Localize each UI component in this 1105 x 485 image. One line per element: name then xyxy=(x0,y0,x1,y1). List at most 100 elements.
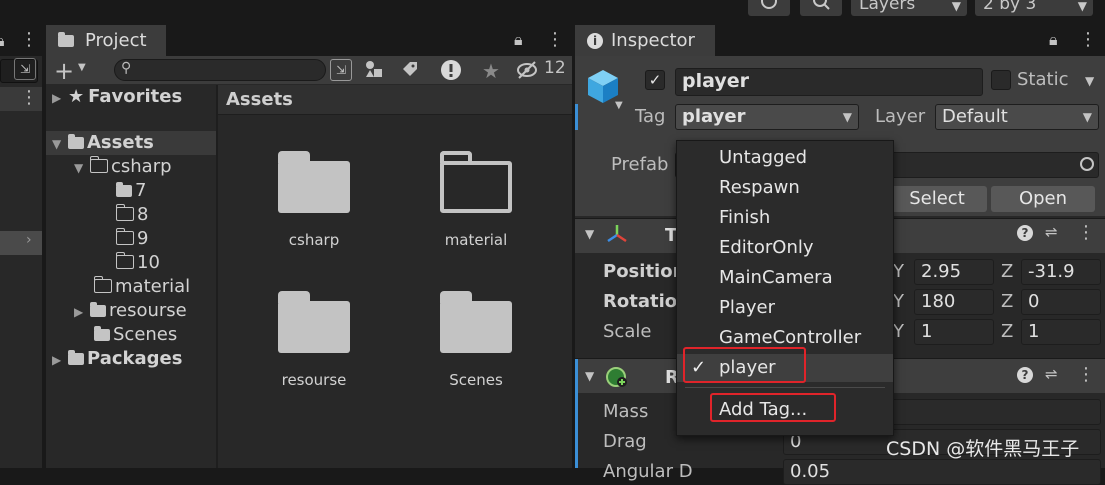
tree-item-label: material xyxy=(115,276,191,297)
position-y-field[interactable]: 2.95 xyxy=(914,259,994,285)
info-icon: i xyxy=(587,32,603,49)
asset-label-csharp[interactable]: csharp xyxy=(249,231,379,249)
menu-item-respawn[interactable]: Respawn xyxy=(677,174,893,202)
override-indicator xyxy=(575,359,578,394)
tree-item-resourse[interactable]: ▶ resourse xyxy=(74,299,187,323)
tree-item-label: 8 xyxy=(137,204,149,225)
layers-dropdown[interactable]: Layers ▼ xyxy=(851,0,967,16)
angular-drag-field[interactable]: 0.05 xyxy=(783,459,1101,485)
tag-dropdown[interactable]: player ▼ xyxy=(675,104,859,130)
layout-dropdown[interactable]: 2 by 3 ▼ xyxy=(975,0,1093,16)
menu-item-maincamera[interactable]: MainCamera xyxy=(677,264,893,292)
active-checkbox[interactable]: ✓ xyxy=(645,70,665,90)
history-button[interactable] xyxy=(748,0,790,16)
tree-item-8[interactable]: 8 xyxy=(115,203,149,227)
kebab-menu-icon[interactable]: ⋮ xyxy=(20,87,38,108)
open-button[interactable]: Open xyxy=(991,186,1095,212)
tree-item-label: 7 xyxy=(135,180,147,201)
rotation-y-field[interactable]: 180 xyxy=(914,289,994,315)
object-picker-icon[interactable] xyxy=(1080,157,1094,171)
search-mode-icon[interactable]: ⇲ xyxy=(14,58,36,80)
presets-icon[interactable]: ⇌ xyxy=(1045,365,1058,383)
object-name-input[interactable]: player xyxy=(675,68,983,96)
static-label: Static xyxy=(1017,69,1069,90)
favorite-star-icon[interactable]: ★ xyxy=(482,59,500,83)
filter-by-type-icon[interactable] xyxy=(364,59,384,79)
chevron-right-icon: ▶ xyxy=(52,353,62,367)
tree-item-material[interactable]: material xyxy=(93,275,191,299)
position-z-field[interactable]: -31.9 xyxy=(1021,259,1101,285)
tree-item-csharp[interactable]: ▼ csharp xyxy=(74,155,172,179)
kebab-menu-icon[interactable]: ⋮ xyxy=(1079,29,1097,50)
project-toolbar: + ▼ ⚲ ⇲ ★ 12 xyxy=(46,56,572,85)
kebab-menu-icon[interactable]: ⋮ xyxy=(1077,222,1095,243)
scale-z-axis[interactable]: Z xyxy=(1001,321,1013,342)
menu-item-finish[interactable]: Finish xyxy=(677,204,893,232)
scale-y-axis[interactable]: Y xyxy=(893,321,904,342)
lock-icon[interactable]: 🔒︎ xyxy=(1049,30,1058,50)
layer-dropdown[interactable]: Default ▼ xyxy=(935,104,1099,130)
project-folder-tree: ▶ ★ Favorites ▼ Assets ▼ csharp 7 8 9 10 mat… xyxy=(46,85,216,468)
scale-z-field[interactable]: 1 xyxy=(1021,319,1101,345)
chevron-down-icon[interactable]: ▼ xyxy=(615,100,623,111)
presets-icon[interactable]: ⇌ xyxy=(1045,223,1058,241)
asset-label-material[interactable]: material xyxy=(411,231,541,249)
lock-icon[interactable]: 🔒︎ xyxy=(514,30,523,50)
chevron-down-icon[interactable]: ▼ xyxy=(585,227,594,241)
hierarchy-header-row: ⋮ xyxy=(0,87,42,111)
kebab-menu-icon[interactable]: ⋮ xyxy=(20,29,38,50)
tag-label: Tag xyxy=(635,106,666,127)
rotation-y-axis[interactable]: Y xyxy=(893,291,904,312)
tab-inspector[interactable]: i Inspector xyxy=(575,25,715,56)
kebab-menu-icon[interactable]: ⋮ xyxy=(1077,364,1095,385)
tree-item-7[interactable]: 7 xyxy=(116,179,146,203)
position-z-axis[interactable]: Z xyxy=(1001,261,1013,282)
help-icon[interactable]: ? xyxy=(1017,225,1033,241)
chevron-down-icon[interactable]: ▼ xyxy=(78,62,86,73)
search-button[interactable] xyxy=(800,0,842,16)
asset-label-resourse[interactable]: resourse xyxy=(249,371,379,389)
menu-item-untagged[interactable]: Untagged xyxy=(677,144,893,172)
tab-project[interactable]: Project xyxy=(46,25,166,56)
hidden-packages-icon[interactable] xyxy=(516,60,538,80)
menu-item-editoronly[interactable]: EditorOnly xyxy=(677,234,893,262)
help-icon[interactable]: ? xyxy=(1017,367,1033,383)
tree-item-label: csharp xyxy=(111,156,172,177)
search-mode-icon[interactable]: ⇲ xyxy=(330,59,352,81)
chevron-down-icon[interactable]: ▼ xyxy=(585,369,594,383)
tree-item-favorites[interactable]: ▶ ★ Favorites xyxy=(52,85,182,109)
layer-value: Default xyxy=(942,106,1008,127)
asset-label-scenes[interactable]: Scenes xyxy=(411,371,541,389)
menu-item-player-builtin[interactable]: Player xyxy=(677,294,893,322)
chevron-down-icon: ▼ xyxy=(1082,110,1092,124)
kebab-menu-icon[interactable]: ⋮ xyxy=(546,29,564,50)
select-button[interactable]: Select xyxy=(887,186,987,212)
folder-icon xyxy=(90,302,106,317)
tree-item-label: 10 xyxy=(137,252,160,273)
rotation-z-field[interactable]: 0 xyxy=(1021,289,1101,315)
lock-icon[interactable]: 🔒︎ xyxy=(0,31,5,51)
mass-label: Mass xyxy=(603,401,649,422)
tree-item-packages[interactable]: ▶ Packages xyxy=(52,347,182,371)
search-icon xyxy=(813,0,830,10)
tree-item-scenes[interactable]: Scenes xyxy=(94,323,177,347)
console-warning-icon[interactable] xyxy=(440,59,462,81)
static-checkbox[interactable] xyxy=(991,70,1011,90)
scale-label: Scale xyxy=(603,321,652,342)
position-y-axis[interactable]: Y xyxy=(893,261,904,282)
highlight-box-player xyxy=(683,347,806,383)
rotation-z-axis[interactable]: Z xyxy=(1001,291,1013,312)
hierarchy-selected-row[interactable]: › xyxy=(0,231,42,255)
tree-item-assets[interactable]: ▼ Assets xyxy=(46,131,216,155)
empty-folder-icon xyxy=(115,203,134,221)
folder-open-icon xyxy=(89,155,108,173)
project-search-input[interactable]: ⚲ xyxy=(114,59,326,81)
chevron-down-icon[interactable]: ▼ xyxy=(1085,74,1094,88)
tree-item-9[interactable]: 9 xyxy=(115,227,149,251)
scale-y-field[interactable]: 1 xyxy=(914,319,994,345)
tree-item-10[interactable]: 10 xyxy=(115,251,160,275)
filter-by-label-icon[interactable] xyxy=(400,59,420,79)
tree-item-label: 9 xyxy=(137,228,149,249)
add-icon[interactable]: + xyxy=(54,57,74,85)
breadcrumb-assets[interactable]: Assets xyxy=(226,89,293,110)
